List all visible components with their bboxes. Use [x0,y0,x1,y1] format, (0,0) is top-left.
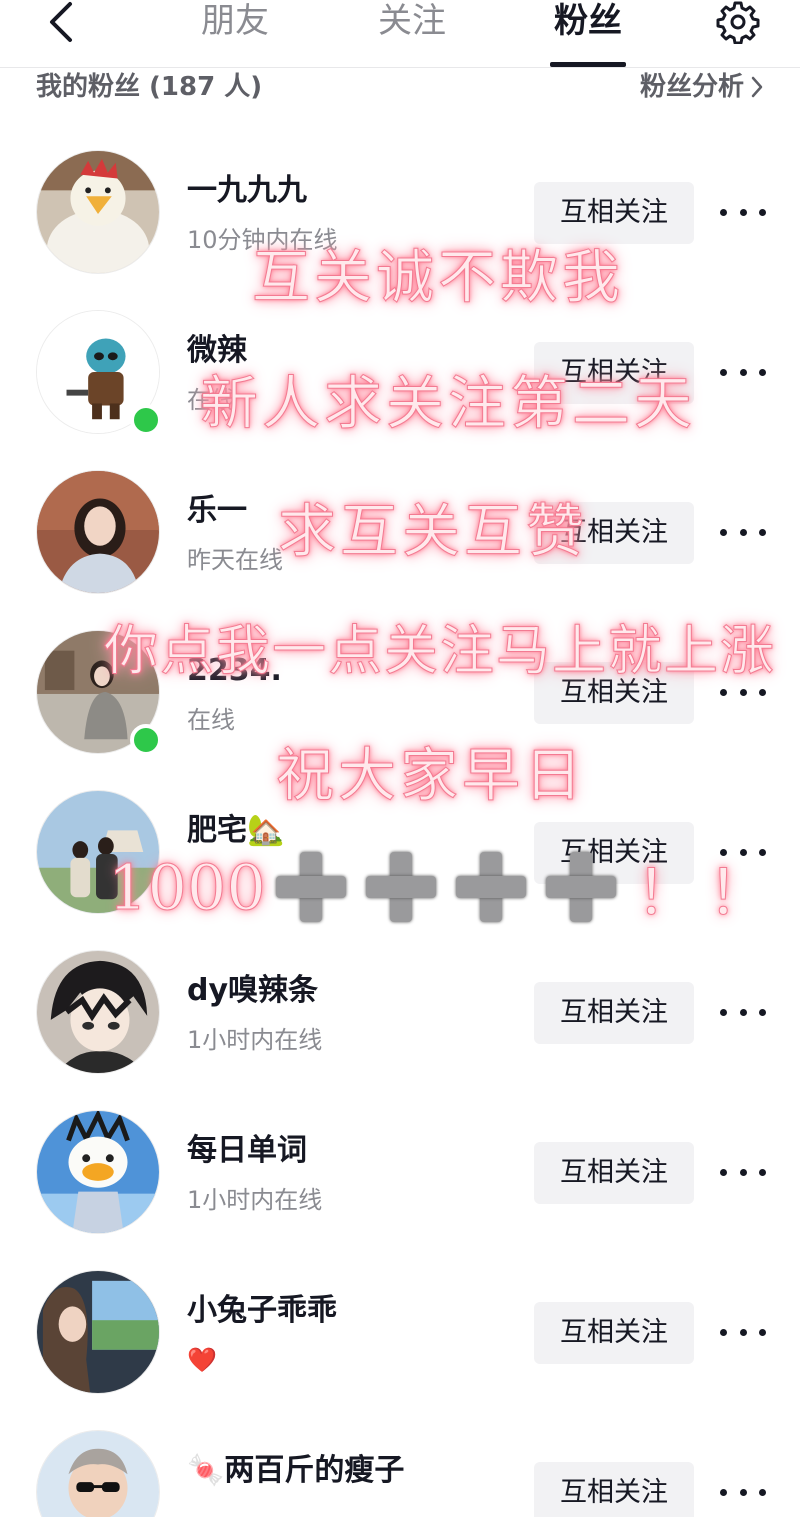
online-indicator [130,404,162,436]
back-button[interactable] [38,0,82,44]
fan-status: 在线 [187,706,235,734]
more-icon[interactable] [716,512,770,552]
more-icon[interactable] [716,1472,770,1512]
avatar[interactable] [36,150,160,274]
list-item[interactable]: 2234. 在线 互相关注 [0,630,800,790]
avatar[interactable] [36,1430,160,1517]
fans-list: 一九九九 10分钟内在线 互相关注 微辣 在线 互相关注 乐一 昨天在线 互相关… [0,150,800,1517]
fan-name[interactable]: 🍬两百斤的瘦子 [187,1452,404,1490]
girl-portrait-avatar [37,471,159,593]
list-item[interactable]: 乐一 昨天在线 互相关注 [0,470,800,630]
anime-boy-avatar [37,951,159,1073]
couple-outdoor-avatar [37,791,159,913]
chicken-mascot-avatar [37,151,159,273]
fan-status: 10分钟内在线 [187,226,338,254]
fan-name[interactable]: 乐一 [187,492,247,530]
list-item[interactable]: dy嗅辣条 1小时内在线 互相关注 [0,950,800,1110]
fans-analysis-label: 粉丝分析 [639,72,744,102]
fan-name[interactable]: 每日单词 [187,1132,307,1170]
mutual-follow-button[interactable]: 互相关注 [534,982,694,1044]
girl-car-avatar [37,1271,159,1393]
fan-name[interactable]: 小兔子乖乖 [187,1292,337,1330]
more-icon[interactable] [716,672,770,712]
avatar[interactable] [36,950,160,1074]
list-item[interactable]: 一九九九 10分钟内在线 互相关注 [0,150,800,310]
tab-following[interactable]: 关注 [372,0,452,48]
fan-status: ❤️ [187,1346,217,1374]
fans-analysis-link[interactable]: 粉丝分析 [640,70,764,104]
duck-doll-avatar [37,1111,159,1233]
tab-friends[interactable]: 朋友 [195,0,275,48]
fan-status: 昨天在线 [187,546,283,574]
chevron-right-icon [751,76,763,98]
more-icon[interactable] [716,1312,770,1352]
top-navigation-bar: 朋友 关注 粉丝 [0,0,800,68]
list-item[interactable]: 每日单词 1小时内在线 互相关注 [0,1110,800,1270]
mutual-follow-button[interactable]: 互相关注 [534,1142,694,1204]
mutual-follow-button[interactable]: 互相关注 [534,662,694,724]
fan-status: 1小时内在线 [187,1186,323,1214]
list-item[interactable]: 肥宅🏡 互相关注 [0,790,800,950]
chevron-left-icon [50,2,72,42]
list-item[interactable]: 🍬两百斤的瘦子 互相关注 [0,1430,800,1517]
settings-button[interactable] [714,0,762,44]
fan-name[interactable]: dy嗅辣条 [187,972,318,1010]
more-icon[interactable] [716,352,770,392]
more-icon[interactable] [716,1152,770,1192]
more-icon[interactable] [716,192,770,232]
fan-name[interactable]: 2234. [187,652,282,690]
more-icon[interactable] [716,832,770,872]
mutual-follow-button[interactable]: 互相关注 [534,1462,694,1517]
avatar[interactable] [36,1270,160,1394]
list-item[interactable]: 小兔子乖乖 ❤️ 互相关注 [0,1270,800,1430]
mutual-follow-button[interactable]: 互相关注 [534,822,694,884]
mutual-follow-button[interactable]: 互相关注 [534,182,694,244]
fan-name[interactable]: 肥宅🏡 [187,812,284,850]
list-item[interactable]: 微辣 在线 互相关注 [0,310,800,470]
avatar[interactable] [36,1110,160,1234]
fans-summary-bar: 我的粉丝 (187 人) 粉丝分析 [36,70,764,106]
avatar[interactable] [36,790,160,914]
gear-icon [716,1,760,44]
more-icon[interactable] [716,992,770,1032]
tab-fans[interactable]: 粉丝 [548,0,628,48]
fan-status: 在线 [187,386,235,414]
mutual-follow-button[interactable]: 互相关注 [534,342,694,404]
avatar[interactable] [36,470,160,594]
active-tab-indicator [550,62,626,67]
boy-sunglasses-avatar [37,1431,159,1517]
mutual-follow-button[interactable]: 互相关注 [534,1302,694,1364]
mutual-follow-button[interactable]: 互相关注 [534,502,694,564]
fan-status: 1小时内在线 [187,1026,323,1054]
fans-count-label: 我的粉丝 (187 人) [36,72,263,102]
fan-name[interactable]: 微辣 [187,332,247,370]
online-indicator [130,724,162,756]
fan-name[interactable]: 一九九九 [187,172,307,210]
